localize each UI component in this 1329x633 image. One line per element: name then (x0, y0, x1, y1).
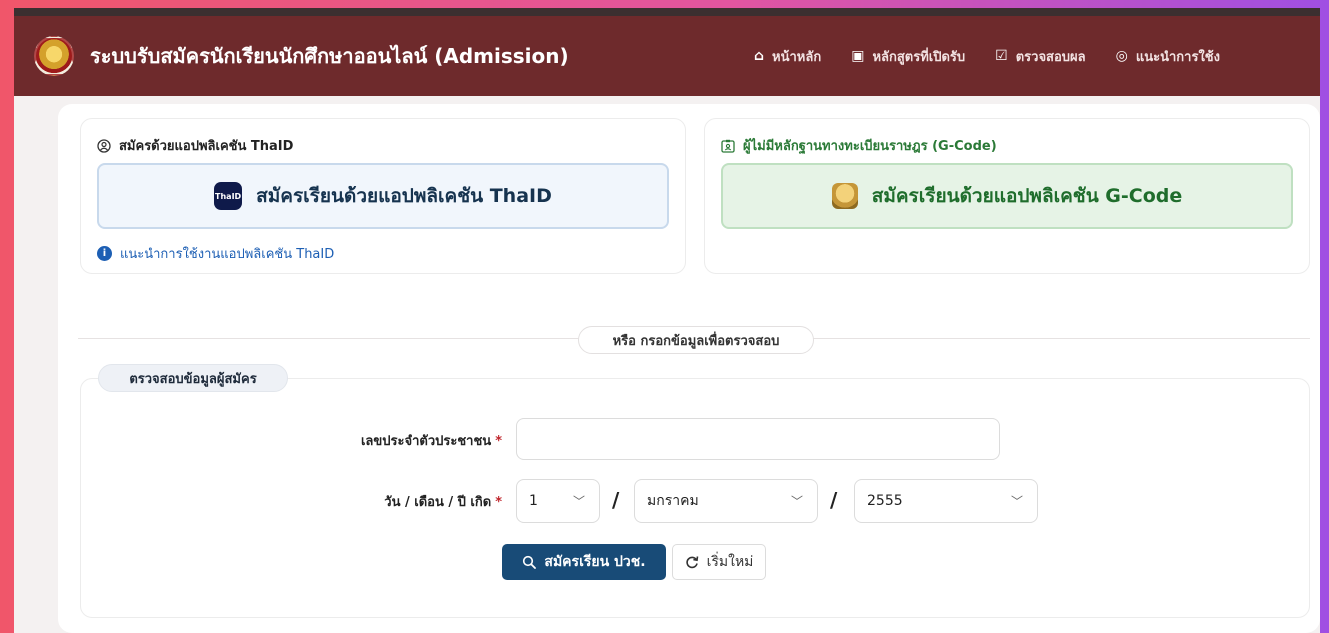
required-mark: * (495, 434, 502, 449)
refresh-icon (685, 556, 698, 569)
dob-label-text: วัน / เดือน / ปี เกิด (384, 495, 492, 510)
app-window: ระบบรับสมัครนักเรียนนักศึกษาออนไลน์ (Adm… (14, 8, 1320, 633)
search-icon (523, 555, 537, 569)
navbar: ระบบรับสมัครนักเรียนนักศึกษาออนไลน์ (Adm… (14, 16, 1320, 96)
nav-courses[interactable]: ▣ หลักสูตรที่เปิดรับ (851, 46, 965, 67)
chevron-down-icon: ﹀ (1010, 494, 1023, 509)
emblem-logo (34, 36, 74, 76)
thaid-app-icon: ThaID (214, 182, 243, 210)
date-separator: / (612, 488, 620, 512)
chevron-down-icon: ﹀ (790, 494, 803, 509)
form-legend: ตรวจสอบข้อมูลผู้สมัคร (98, 364, 288, 392)
gcode-card: ผู้ไม่มีหลักฐานทางทะเบียนราษฎร (G-Code) … (704, 118, 1310, 274)
thaid-heading-label: สมัครด้วยแอปพลิเคชัน ThaID (119, 139, 294, 154)
gcode-apply-button[interactable]: สมัครเรียนด้วยแอปพลิเคชัน G-Code (721, 163, 1293, 229)
app-title: ระบบรับสมัครนักเรียนนักศึกษาออนไลน์ (Adm… (90, 44, 569, 68)
home-icon: ⌂ (754, 48, 765, 64)
id-badge-icon (721, 139, 735, 153)
thaid-apply-label: สมัครเรียนด้วยแอปพลิเคชัน ThaID (256, 185, 552, 207)
top-strip (14, 8, 1320, 16)
month-value: มกราคม (647, 493, 699, 509)
thaid-card: สมัครด้วยแอปพลิเคชัน ThaID ThaID สมัครเร… (80, 118, 686, 274)
date-separator: / (830, 488, 838, 512)
thaid-apply-button[interactable]: ThaID สมัครเรียนด้วยแอปพลิเคชัน ThaID (97, 163, 669, 229)
gcode-heading-label: ผู้ไม่มีหลักฐานทางทะเบียนราษฎร (G-Code) (743, 139, 997, 154)
nav-home-label: หน้าหลัก (772, 49, 822, 65)
year-value: 2555 (867, 493, 903, 509)
info-icon: i (97, 246, 112, 261)
year-select[interactable]: 2555 ﹀ (854, 479, 1038, 523)
reset-label: เริ่มใหม่ (706, 554, 754, 570)
thaid-help-link[interactable]: i แนะนำการใช้งานแอปพลิเคชัน ThaID (97, 243, 334, 264)
divider-label: หรือ กรอกข้อมูลเพื่อตรวจสอบ (578, 326, 814, 354)
nav-check-result-label: ตรวจสอบผล (1015, 49, 1086, 65)
clipboard-check-icon: ☑ (995, 48, 1008, 64)
id-label-text: เลขประจำตัวประชาชน (360, 434, 492, 449)
nav-courses-label: หลักสูตรที่เปิดรับ (872, 49, 966, 65)
citizen-id-input[interactable] (516, 418, 1000, 460)
apply-vocational-button[interactable]: สมัครเรียน ปวช. (502, 544, 666, 580)
gcode-emblem-icon (831, 183, 858, 209)
thaid-help-label: แนะนำการใช้งานแอปพลิเคชัน ThaID (120, 247, 335, 262)
month-select[interactable]: มกราคม ﹀ (634, 479, 818, 523)
required-mark: * (495, 495, 502, 510)
dob-field-label: วัน / เดือน / ปี เกิด * (384, 491, 502, 512)
day-value: 1 (529, 493, 538, 509)
nav-check-result[interactable]: ☑ ตรวจสอบผล (995, 46, 1085, 67)
apply-vocational-label: สมัครเรียน ปวช. (544, 554, 646, 570)
gcode-heading: ผู้ไม่มีหลักฐานทางทะเบียนราษฎร (G-Code) (721, 135, 997, 156)
main-nav: ⌂ หน้าหลัก ▣ หลักสูตรที่เปิดรับ ☑ ตรวจสอ… (754, 16, 1220, 96)
chevron-down-icon: ﹀ (572, 494, 585, 509)
nav-home[interactable]: ⌂ หน้าหลัก (754, 46, 821, 67)
id-card-icon: ▣ (851, 48, 865, 64)
user-circle-icon (97, 138, 111, 153)
nav-guide[interactable]: ◎ แนะนำการใช้ง (1116, 46, 1220, 67)
gcode-apply-label: สมัครเรียนด้วยแอปพลิเคชัน G-Code (871, 185, 1183, 207)
nav-guide-label: แนะนำการใช้ง (1135, 49, 1220, 65)
day-select[interactable]: 1 ﹀ (516, 479, 600, 523)
thaid-heading: สมัครด้วยแอปพลิเคชัน ThaID (97, 135, 293, 156)
reset-button[interactable]: เริ่มใหม่ (672, 544, 766, 580)
main-panel: สมัครด้วยแอปพลิเคชัน ThaID ThaID สมัครเร… (58, 104, 1320, 633)
headset-icon: ◎ (1115, 48, 1128, 64)
id-field-label: เลขประจำตัวประชาชน * (361, 430, 502, 451)
